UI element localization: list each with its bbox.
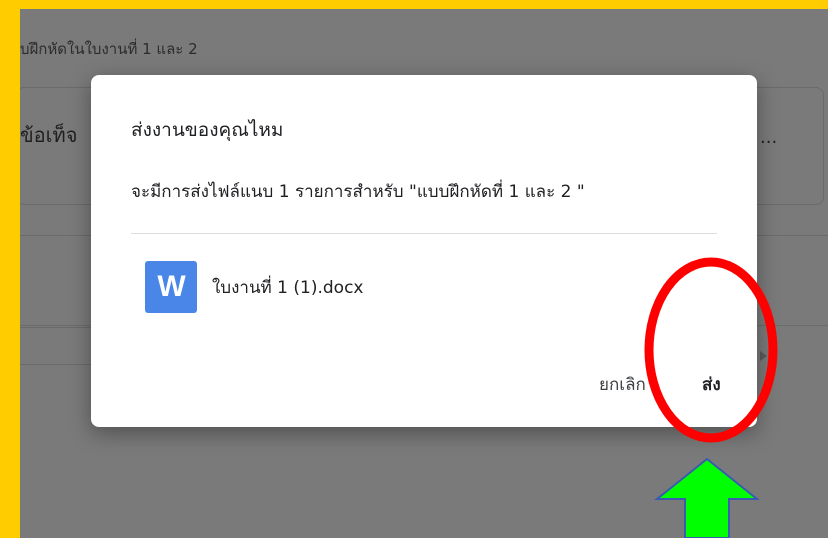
dialog-title: ส่งงานของคุณไหม: [131, 119, 284, 141]
attachment-item[interactable]: W ใบงานที่ 1 (1).docx: [145, 261, 363, 313]
dialog-divider: [131, 233, 717, 234]
background-card-title: ข้อเท็จ: [20, 123, 78, 147]
assignment-heading: บฝึกหัดในใบงานที่ 1 และ 2: [20, 40, 198, 58]
screenshot-frame: บฝึกหัดในใบงานที่ 1 และ 2 ข้อเท็จ ... ส่…: [0, 0, 828, 538]
red-highlight-circle: [644, 257, 778, 443]
background-ellipsis: ...: [760, 127, 778, 148]
cancel-button[interactable]: ยกเลิก: [599, 371, 646, 398]
attachment-file-name: ใบงานที่ 1 (1).docx: [212, 277, 364, 298]
up-arrow-icon: [654, 457, 760, 538]
word-doc-icon: W: [145, 261, 197, 313]
dialog-message: จะมีการส่งไฟล์แนบ 1 รายการสำหรับ "แบบฝึก…: [131, 182, 585, 202]
